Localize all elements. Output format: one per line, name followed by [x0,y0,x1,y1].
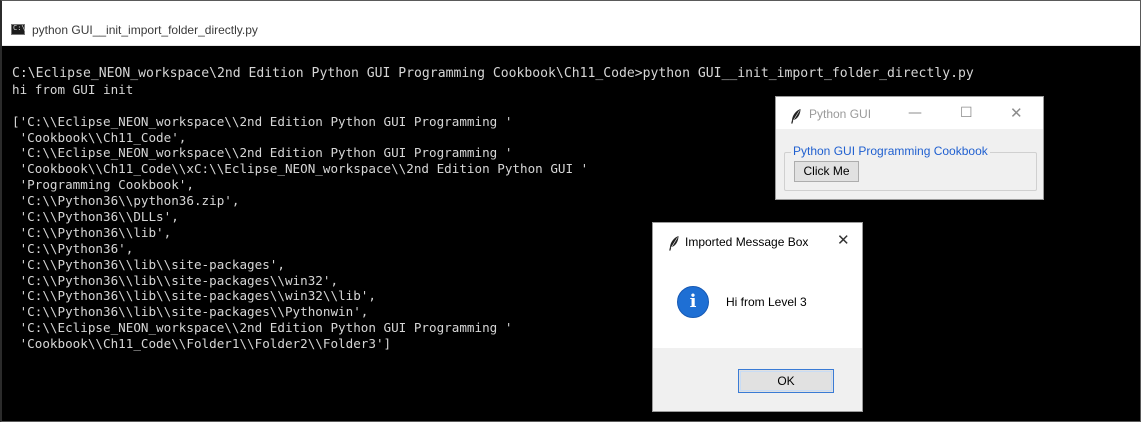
cookbook-labelframe: Python GUI Programming Cookbook Click Me [784,144,1037,191]
console-line: 'C:\\Python36\\lib', [12,224,172,240]
message-box-titlebar[interactable]: Imported Message Box ✕ [653,223,862,255]
info-icon: i [677,286,709,318]
console-line: 'Cookbook\\Ch11_Code\\Folder1\\Folder2\\… [12,336,392,352]
python-gui-titlebar[interactable]: Python GUI — ☐ ✕ [776,97,1043,129]
labelframe-title: Python GUI Programming Cookbook [791,144,990,158]
ok-button[interactable]: OK [738,369,834,393]
message-box-window[interactable]: Imported Message Box ✕ i Hi from Level 3… [652,222,863,412]
console-window[interactable]: python GUI__init_import_folder_directly.… [0,0,1141,422]
minimize-icon[interactable]: — [908,105,922,121]
console-titlebar[interactable]: python GUI__init_import_folder_directly.… [2,1,1140,46]
python-gui-window[interactable]: Python GUI — ☐ ✕ Python GUI Programming … [775,96,1044,200]
console-line: 'C:\\Eclipse_NEON_workspace\\2nd Edition… [12,320,513,336]
console-line: 'C:\\Python36\\DLLs', [12,209,179,225]
maximize-icon[interactable]: ☐ [960,105,973,121]
console-app-icon [11,24,26,35]
console-line: 'C:\\Python36\\lib\\site-packages\\win32… [12,288,376,304]
click-me-button[interactable]: Click Me [794,161,859,182]
console-line: 'C:\\Python36\\lib\\site-packages', [12,256,285,272]
close-icon[interactable]: ✕ [1010,105,1023,121]
tk-feather-icon [669,236,679,251]
message-text: Hi from Level 3 [726,295,807,309]
console-line: 'C:\\Python36\\lib\\site-packages\\Pytho… [12,304,369,320]
python-gui-title: Python GUI [809,107,872,121]
console-line: 'C:\\Python36', [12,240,134,256]
message-box-title: Imported Message Box [685,235,809,249]
console-line: 'C:\\Python36\\lib\\site-packages\\win32… [12,272,339,288]
console-line-command: C:\Eclipse_NEON_workspace\2nd Edition Py… [12,66,974,81]
tk-feather-icon [791,109,801,124]
message-box-content: i Hi from Level 3 [653,255,862,348]
close-icon[interactable]: ✕ [837,232,850,248]
console-title: python GUI__init_import_folder_directly.… [32,23,258,37]
